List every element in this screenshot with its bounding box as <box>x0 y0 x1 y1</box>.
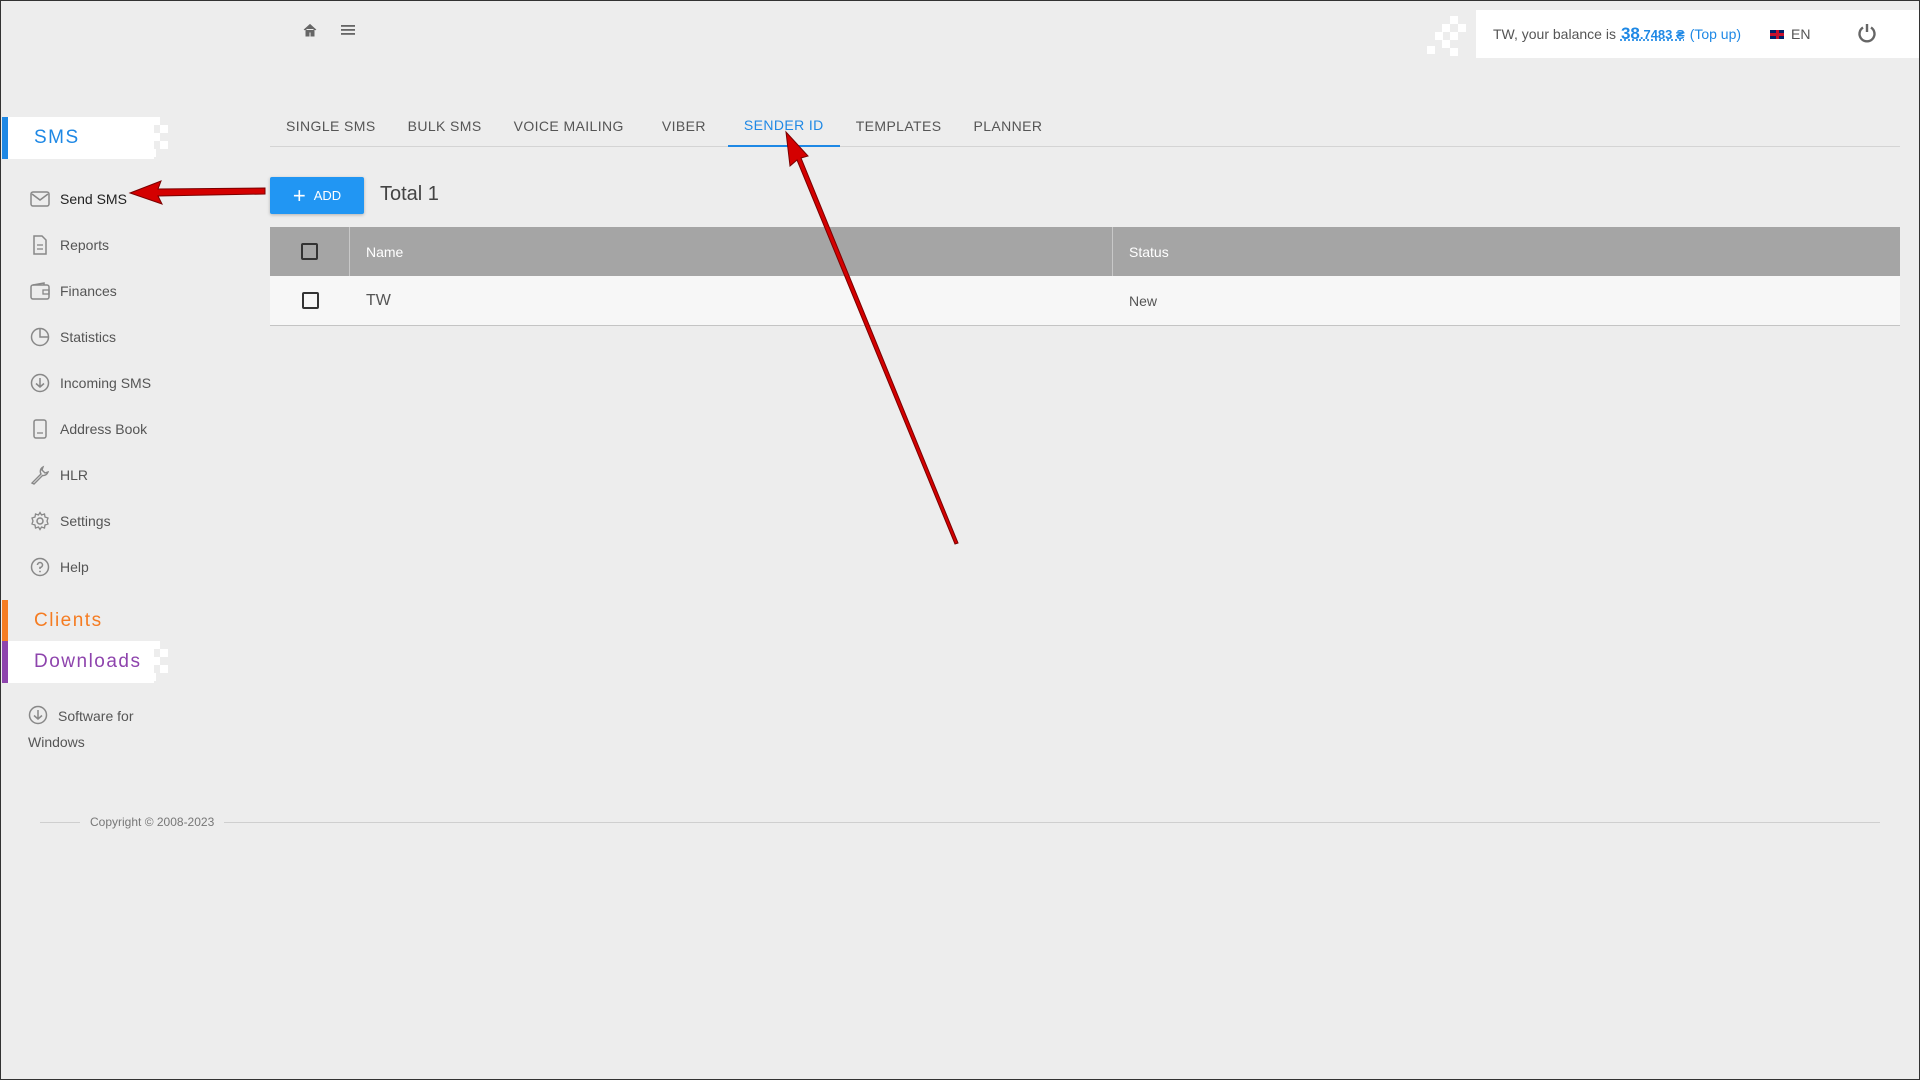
footer-divider <box>224 821 1880 823</box>
tab-planner[interactable]: PLANNER <box>958 104 1059 147</box>
power-icon[interactable] <box>1856 22 1878 47</box>
sidebar-item-label: Help <box>60 559 89 575</box>
sidebar-item-label: Statistics <box>60 329 117 345</box>
wallet-icon <box>28 279 52 303</box>
balance-integer: 38 <box>1620 24 1640 43</box>
plus-icon: + <box>292 182 306 208</box>
sidebar-item-software-windows[interactable]: Software for Windows <box>28 703 158 755</box>
sidebar-item-hlr[interactable]: HLR <box>28 452 258 498</box>
add-button-label: ADD <box>313 188 342 203</box>
top-nav <box>300 20 358 40</box>
column-header-status[interactable]: Status <box>1113 227 1900 276</box>
sidebar-item-statistics[interactable]: Statistics <box>28 314 258 360</box>
table-row[interactable]: TW New <box>270 276 1900 325</box>
software-label-line2: Windows <box>28 734 85 751</box>
screenshot-border <box>0 0 1920 1080</box>
download-circle-icon <box>28 705 52 729</box>
balance-panel: TW, your balance is 38.7483 ₴ (Top up) E… <box>1476 10 1919 58</box>
cell-status: New <box>1129 292 1158 309</box>
help-circle-icon <box>28 555 52 579</box>
balance-amount[interactable]: 38.7483 ₴ <box>1621 24 1685 44</box>
software-label-line1: Software for <box>58 708 134 724</box>
sidebar-item-label: HLR <box>60 467 89 483</box>
copyright-text: Copyright © 2008-2023 <box>90 815 215 829</box>
sidebar-section-clients[interactable]: Clients <box>2 600 154 642</box>
tab-voice-mailing[interactable]: VOICE MAILING <box>498 104 640 147</box>
download-circle-icon <box>28 371 52 395</box>
hamburger-menu-icon[interactable] <box>338 20 358 40</box>
footer: Copyright © 2008-2023 <box>40 815 1880 829</box>
sidebar-item-label: Reports <box>60 237 110 253</box>
sms-tabs: SINGLE SMS BULK SMS VOICE MAILING VIBER … <box>270 104 1900 147</box>
column-header-name[interactable]: Name <box>350 227 1113 276</box>
row-checkbox[interactable] <box>301 292 319 309</box>
annotation-arrow-sender-id <box>785 130 959 545</box>
sidebar-section-downloads[interactable]: Downloads <box>2 641 154 683</box>
tab-viber[interactable]: VIBER <box>640 104 728 147</box>
balance-label: TW, your balance is <box>1493 26 1616 42</box>
document-icon <box>28 233 52 257</box>
sidebar-item-label: Settings <box>60 513 111 529</box>
tab-templates[interactable]: TEMPLATES <box>840 104 958 147</box>
pie-chart-icon <box>28 325 52 349</box>
add-button[interactable]: + ADD <box>270 177 364 214</box>
sidebar-item-label: Send SMS <box>60 191 127 207</box>
sender-id-table: Name Status TW New <box>270 227 1900 326</box>
total-count: Total 1 <box>380 183 439 205</box>
sidebar-item-label: Finances <box>60 283 117 299</box>
footer-divider <box>40 821 80 823</box>
address-book-icon <box>28 417 52 441</box>
sidebar-item-address-book[interactable]: Address Book <box>28 406 258 452</box>
home-icon[interactable] <box>300 20 320 40</box>
header-checkbox-cell <box>270 227 350 276</box>
sidebar-item-finances[interactable]: Finances <box>28 268 258 314</box>
uk-flag-icon <box>1769 28 1786 40</box>
wrench-icon <box>28 463 52 487</box>
sidebar-item-label: Address Book <box>60 421 148 437</box>
select-all-checkbox[interactable] <box>301 243 318 260</box>
table-header: Name Status <box>270 227 1900 276</box>
sidebar-item-settings[interactable]: Settings <box>28 498 258 544</box>
tab-sender-id[interactable]: SENDER ID <box>727 104 840 147</box>
cell-name: TW <box>366 291 391 309</box>
sidebar-nav: Send SMS Reports Finances Statistics Inc… <box>28 176 258 590</box>
sidebar-item-help[interactable]: Help <box>28 544 258 590</box>
language-label: EN <box>1791 26 1811 42</box>
tab-bulk-sms[interactable]: BULK SMS <box>392 104 498 147</box>
sidebar-item-incoming-sms[interactable]: Incoming SMS <box>28 360 258 406</box>
sidebar-item-send-sms[interactable]: Send SMS <box>28 176 258 222</box>
row-checkbox-cell <box>270 276 350 325</box>
topup-link[interactable]: (Top up) <box>1690 26 1741 42</box>
sidebar-item-label: Incoming SMS <box>60 375 152 391</box>
language-selector[interactable]: EN <box>1769 26 1811 42</box>
sidebar-section-sms[interactable]: SMS <box>2 117 154 159</box>
gear-icon <box>28 509 52 533</box>
envelope-icon <box>28 187 52 211</box>
sidebar-item-reports[interactable]: Reports <box>28 222 258 268</box>
tab-single-sms[interactable]: SINGLE SMS <box>270 104 392 147</box>
balance-decimal: .7483 ₴ <box>1639 27 1685 42</box>
annotation-arrows <box>128 130 959 545</box>
